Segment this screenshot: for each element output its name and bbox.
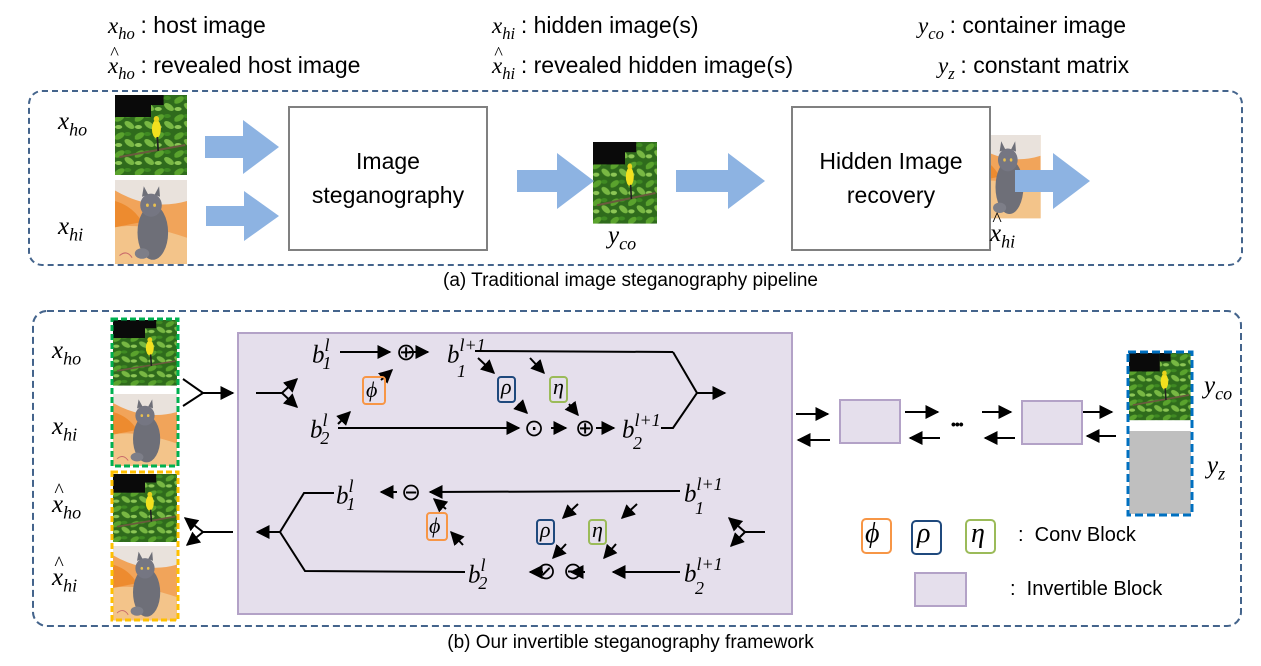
constant-matrix	[1129, 431, 1191, 514]
caption-a: (a) Traditional image steganography pipe…	[443, 270, 818, 291]
revealed-hidden-label: xhi	[990, 209, 1016, 252]
panel-a-host-image	[114, 94, 188, 176]
sup: l+1	[696, 474, 723, 494]
backward-sub-op-2: ⊖	[563, 558, 584, 585]
legend-rho-symbol: ρ	[917, 518, 931, 549]
sub: 2	[320, 427, 330, 448]
panel-b-host-image	[112, 319, 178, 387]
box-line-2: steganography	[311, 181, 465, 208]
subscript: ho	[63, 348, 82, 369]
subscript: hi	[1001, 231, 1016, 252]
backward-b2-l: bl2	[468, 555, 487, 594]
panel-b-label-x-hi: xhi	[52, 413, 77, 445]
box-line-2: recovery	[846, 181, 936, 208]
backward-b1-l1-sub: 1	[695, 498, 704, 518]
forward-b1-l1-sub: 1	[457, 361, 466, 381]
forward-b2-l: bl2	[310, 410, 329, 449]
sup: l+1	[696, 554, 723, 574]
block-arrow-host	[205, 120, 279, 174]
backward-div-op: ⊘	[536, 558, 557, 585]
eta-symbol-backward: η	[592, 517, 603, 542]
forward-b1-l: bl1	[312, 335, 331, 374]
subscript: hi	[63, 424, 78, 445]
symbol: x	[52, 337, 64, 364]
sup: l+1	[459, 335, 486, 355]
diagram-canvas	[32, 94, 1242, 627]
sup: l	[480, 555, 486, 575]
sup: l	[348, 476, 354, 496]
subscript: z	[1218, 463, 1226, 484]
subscript: co	[1215, 383, 1233, 404]
sub: 2	[478, 572, 488, 593]
sub: 1	[346, 493, 356, 514]
symbol: y	[1207, 452, 1219, 479]
box-line-1: Image	[356, 148, 420, 175]
subscript: hi	[63, 575, 78, 596]
invertible-block-n[interactable]	[1021, 400, 1083, 445]
panel-b-label-xhat-ho: xho	[52, 480, 82, 523]
panel-b-revealed-host-image	[112, 473, 178, 543]
sub: 1	[322, 352, 332, 373]
legend-conv-block-label: : Conv Block	[1018, 524, 1136, 546]
forward-b1-l1: bl+1	[447, 335, 486, 370]
symbol: x	[52, 413, 64, 440]
symbol: y	[608, 222, 620, 249]
image-steganography-box: Image steganography	[288, 106, 488, 251]
legend-phi-symbol: ϕ	[865, 518, 880, 549]
phi-symbol-forward: ϕ	[366, 377, 378, 402]
panel-b-hidden-image	[112, 393, 178, 467]
chain-ellipsis: •••	[951, 416, 964, 432]
hidden-image-recovery-box: Hidden Image recovery	[791, 106, 991, 251]
merge-connector	[182, 378, 235, 407]
box-line-1: Hidden Image	[819, 148, 963, 175]
container-label: yco	[608, 222, 636, 254]
backward-b1-l: bl1	[336, 476, 355, 515]
block-arrow-to-recovery	[676, 153, 765, 209]
sup: l+1	[634, 410, 661, 430]
backward-b2-l1-sub: 2	[695, 578, 704, 598]
phi-symbol-backward: ϕ	[429, 513, 441, 538]
invertible-block-2[interactable]	[839, 399, 901, 444]
subscript: co	[619, 233, 637, 254]
symbol: x	[990, 209, 1002, 248]
forward-mul-op: ⊙	[524, 415, 545, 442]
backward-sub-op-1: ⊖	[401, 479, 422, 506]
panel-b-revealed-hidden-image	[112, 545, 178, 621]
rho-symbol-backward: ρ	[540, 517, 551, 542]
panel-b-label-y-z: yz	[1207, 452, 1225, 484]
block-arrow-to-container	[517, 153, 594, 209]
legend-invertible-block-label: : Invertible Block	[1010, 578, 1163, 600]
rho-symbol-forward: ρ	[501, 374, 512, 399]
legend-invertible-swatch	[914, 572, 967, 607]
legend-eta-symbol: η	[971, 518, 985, 549]
sup: l	[324, 335, 330, 355]
split-connector	[183, 517, 233, 546]
symbol: y	[1204, 372, 1216, 399]
panel-b-label-xhat-hi: xhi	[52, 553, 78, 596]
panel-b-label-y-co: yco	[1204, 372, 1232, 404]
forward-add-op-1: ⊕	[396, 339, 417, 366]
symbol: x	[52, 480, 64, 519]
forward-add-op-2: ⊕	[575, 415, 596, 442]
panel-b-container-image	[1128, 352, 1192, 422]
subscript: ho	[63, 502, 82, 523]
caption-b: (b) Our invertible steganography framewo…	[447, 632, 814, 653]
symbol: x	[52, 553, 64, 592]
block-arrow-hidden	[206, 191, 279, 241]
panel-a-hidden-image	[114, 179, 188, 265]
sup: l	[322, 410, 328, 430]
forward-b2-l1-sub: 2	[633, 433, 642, 453]
eta-symbol-forward: η	[553, 374, 564, 399]
panel-a-container-image	[591, 140, 659, 225]
panel-b-label-x-ho: xho	[52, 337, 81, 369]
